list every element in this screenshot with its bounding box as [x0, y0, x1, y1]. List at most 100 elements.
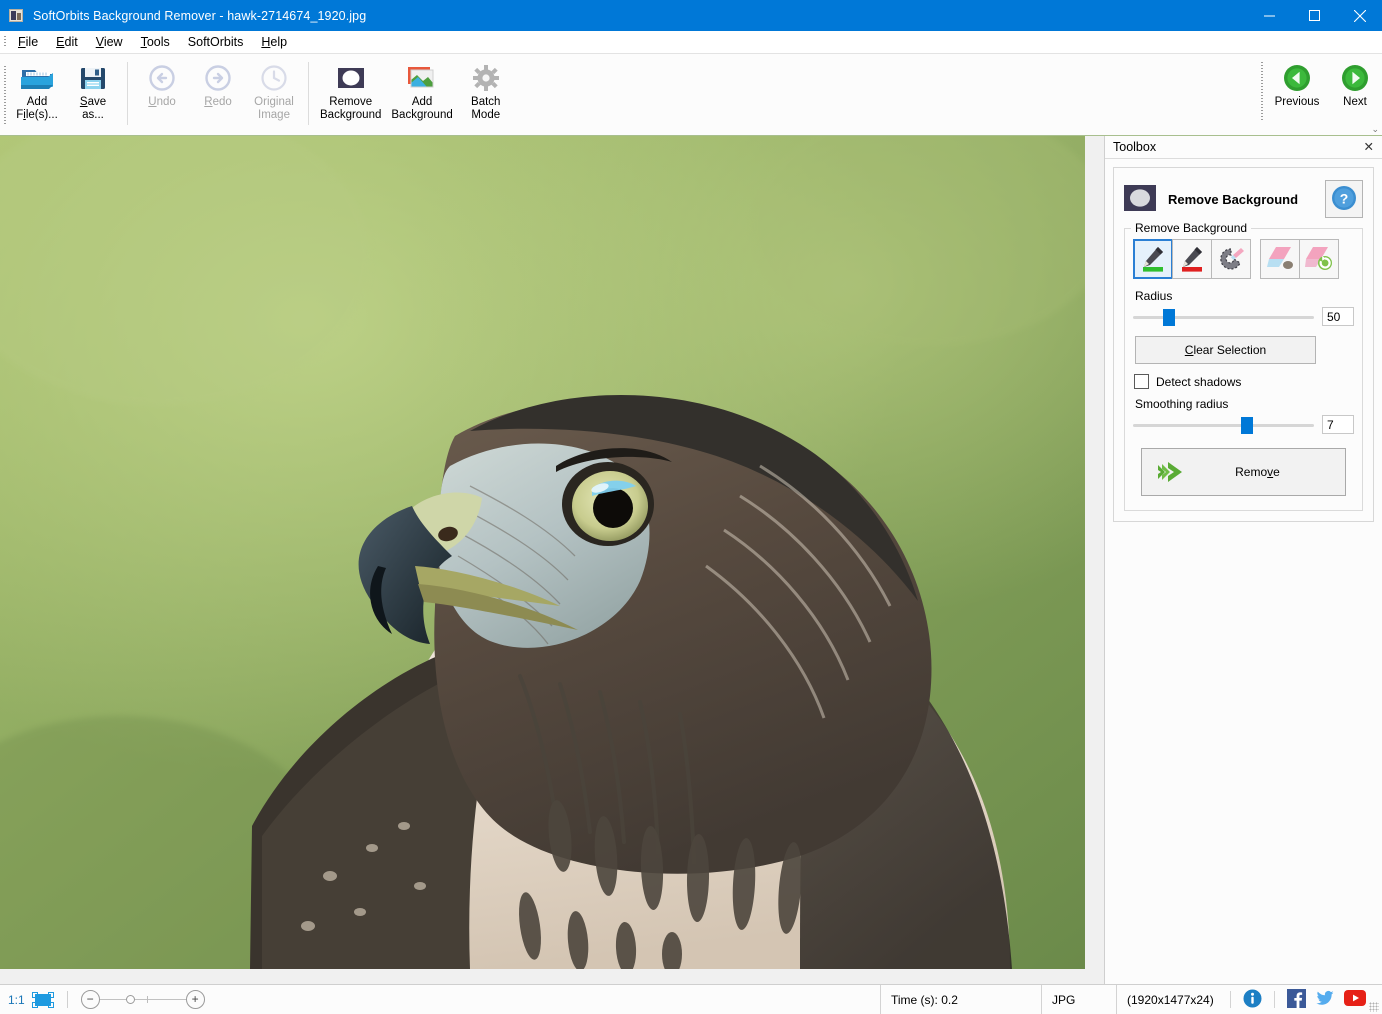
youtube-icon[interactable] — [1344, 990, 1366, 1009]
help-button[interactable]: ? — [1325, 180, 1363, 218]
redo-label: Redo — [204, 96, 232, 108]
arrow-right-circle-icon — [1340, 62, 1370, 94]
detect-shadows-row[interactable]: Detect shadows — [1134, 374, 1354, 389]
menu-tools[interactable]: Tools — [132, 32, 179, 52]
previous-button[interactable]: Previous — [1266, 60, 1328, 111]
help-question-icon: ? — [1331, 185, 1357, 214]
info-icon[interactable] — [1243, 989, 1262, 1011]
close-icon — [1353, 9, 1366, 22]
window-resize-grip[interactable] — [1369, 1002, 1379, 1012]
smoothing-slider[interactable] — [1133, 416, 1314, 434]
facebook-icon[interactable] — [1287, 988, 1306, 1011]
toolbar-group-actions: Remove Background Add Background Batch M… — [315, 54, 514, 135]
add-background-label: Add Background — [391, 96, 453, 121]
radius-value[interactable]: 50 — [1322, 307, 1354, 326]
fit-to-screen-icon[interactable] — [31, 991, 54, 1008]
original-image-button[interactable]: Original Image — [246, 60, 302, 123]
menu-view[interactable]: View — [87, 32, 132, 52]
clear-selection-label: Clear Selection — [1184, 343, 1267, 357]
redo-button[interactable]: Redo — [190, 60, 246, 111]
image-canvas[interactable] — [0, 136, 1104, 984]
add-files-label: Add File(s)... — [16, 96, 58, 121]
maximize-button[interactable] — [1292, 0, 1337, 31]
batch-mode-button[interactable]: Batch Mode — [458, 60, 514, 123]
mark-keep-pencil-button[interactable] — [1133, 239, 1173, 279]
save-as-label: Save as... — [79, 96, 107, 121]
smoothing-value[interactable]: 7 — [1322, 415, 1354, 434]
batch-mode-label: Batch Mode — [471, 96, 501, 121]
window-title: SoftOrbits Background Remover - hawk-271… — [33, 8, 367, 23]
toolbar-navigation-group: Previous Next — [1257, 54, 1382, 141]
toolbox-close-icon[interactable]: ✕ — [1364, 141, 1374, 154]
tool-buttons-row — [1133, 239, 1354, 279]
undo-arrow-icon — [147, 62, 177, 94]
gear-icon — [471, 62, 501, 94]
remove-background-label: Remove Background — [320, 96, 382, 121]
zoom-slider-thumb[interactable] — [125, 995, 135, 1004]
svg-text:?: ? — [1340, 190, 1349, 206]
tool-header: Remove Background ? — [1124, 180, 1363, 218]
remove-action-button[interactable]: Remove — [1141, 448, 1346, 496]
green-arrow-icon — [1142, 459, 1200, 485]
detect-shadows-label: Detect shadows — [1156, 374, 1242, 389]
smoothing-row: 7 — [1133, 415, 1354, 434]
twitter-icon[interactable] — [1315, 989, 1335, 1011]
floppy-disk-icon — [78, 62, 108, 94]
menu-edit[interactable]: Edit — [47, 32, 87, 52]
nav-gripper — [1257, 60, 1266, 122]
eraser-restore-button[interactable] — [1299, 239, 1339, 279]
undo-button[interactable]: Undo — [134, 60, 190, 111]
toolbar-group-history: Undo Redo Original Image — [134, 54, 302, 135]
arrow-left-circle-icon — [1282, 62, 1312, 94]
remove-action-label: Remove — [1235, 465, 1280, 479]
status-time: Time (s): 0.2 — [880, 985, 1041, 1014]
toolbar-separator — [127, 62, 128, 125]
minimize-icon — [1264, 15, 1275, 17]
menu-softorbits[interactable]: SoftOrbits — [179, 32, 253, 52]
magic-eraser-icon — [1216, 243, 1246, 276]
toolbar: Add File(s)... Save as... Undo Redo Orig… — [0, 54, 1382, 136]
minimize-button[interactable] — [1247, 0, 1292, 31]
radius-slider[interactable] — [1133, 308, 1314, 326]
smoothing-slider-thumb[interactable] — [1241, 416, 1254, 434]
menu-bar: File Edit View Tools SoftOrbits Help — [0, 31, 1382, 54]
tool-title: Remove Background — [1168, 191, 1299, 207]
eraser-shadow-icon — [1265, 243, 1295, 276]
add-files-button[interactable]: Add File(s)... — [9, 60, 65, 123]
remove-background-group: Remove Background Radius 50 Clear Select… — [1124, 221, 1363, 511]
close-button[interactable] — [1337, 0, 1382, 31]
radius-slider-thumb[interactable] — [1163, 308, 1176, 326]
remove-background-button[interactable]: Remove Background — [315, 60, 386, 123]
open-folder-icon — [20, 62, 54, 94]
eraser-shadow-button[interactable] — [1260, 239, 1300, 279]
toolbox-body: Remove Background ? Remove Background Ra… — [1113, 167, 1374, 522]
magic-wand-eraser-button[interactable] — [1211, 239, 1251, 279]
save-as-button[interactable]: Save as... — [65, 60, 121, 123]
maximize-icon — [1309, 10, 1320, 21]
previous-label: Previous — [1274, 96, 1320, 108]
status-format: JPG — [1041, 985, 1116, 1014]
zoom-controls: 1:1 − + — [0, 990, 205, 1009]
next-button[interactable]: Next — [1328, 60, 1382, 111]
menu-help[interactable]: Help — [252, 32, 296, 52]
original-image-label: Original Image — [254, 96, 294, 121]
zoom-ratio-label[interactable]: 1:1 — [8, 993, 25, 1007]
clear-selection-button[interactable]: Clear Selection — [1135, 336, 1316, 364]
toolbar-separator-2 — [308, 62, 309, 125]
application-window: SoftOrbits Background Remover - hawk-271… — [0, 0, 1382, 1014]
detect-shadows-checkbox[interactable] — [1134, 374, 1149, 389]
next-label: Next — [1343, 96, 1367, 108]
radius-row: 50 — [1133, 307, 1354, 326]
title-bar: SoftOrbits Background Remover - hawk-271… — [0, 0, 1382, 31]
add-background-button[interactable]: Add Background — [386, 60, 457, 123]
redo-arrow-icon — [203, 62, 233, 94]
toolbar-expand-icon[interactable]: ⌄ — [1371, 125, 1379, 134]
zoom-in-button[interactable]: + — [185, 990, 205, 1009]
smoothing-radius-label: Smoothing radius — [1135, 397, 1229, 411]
menu-file[interactable]: File — [9, 32, 47, 52]
mark-remove-pencil-button[interactable] — [1172, 239, 1212, 279]
remove-background-icon — [334, 62, 368, 94]
zoom-out-button[interactable]: − — [80, 990, 100, 1009]
zoom-slider[interactable]: − + — [80, 990, 205, 1009]
clock-revert-icon — [259, 62, 289, 94]
